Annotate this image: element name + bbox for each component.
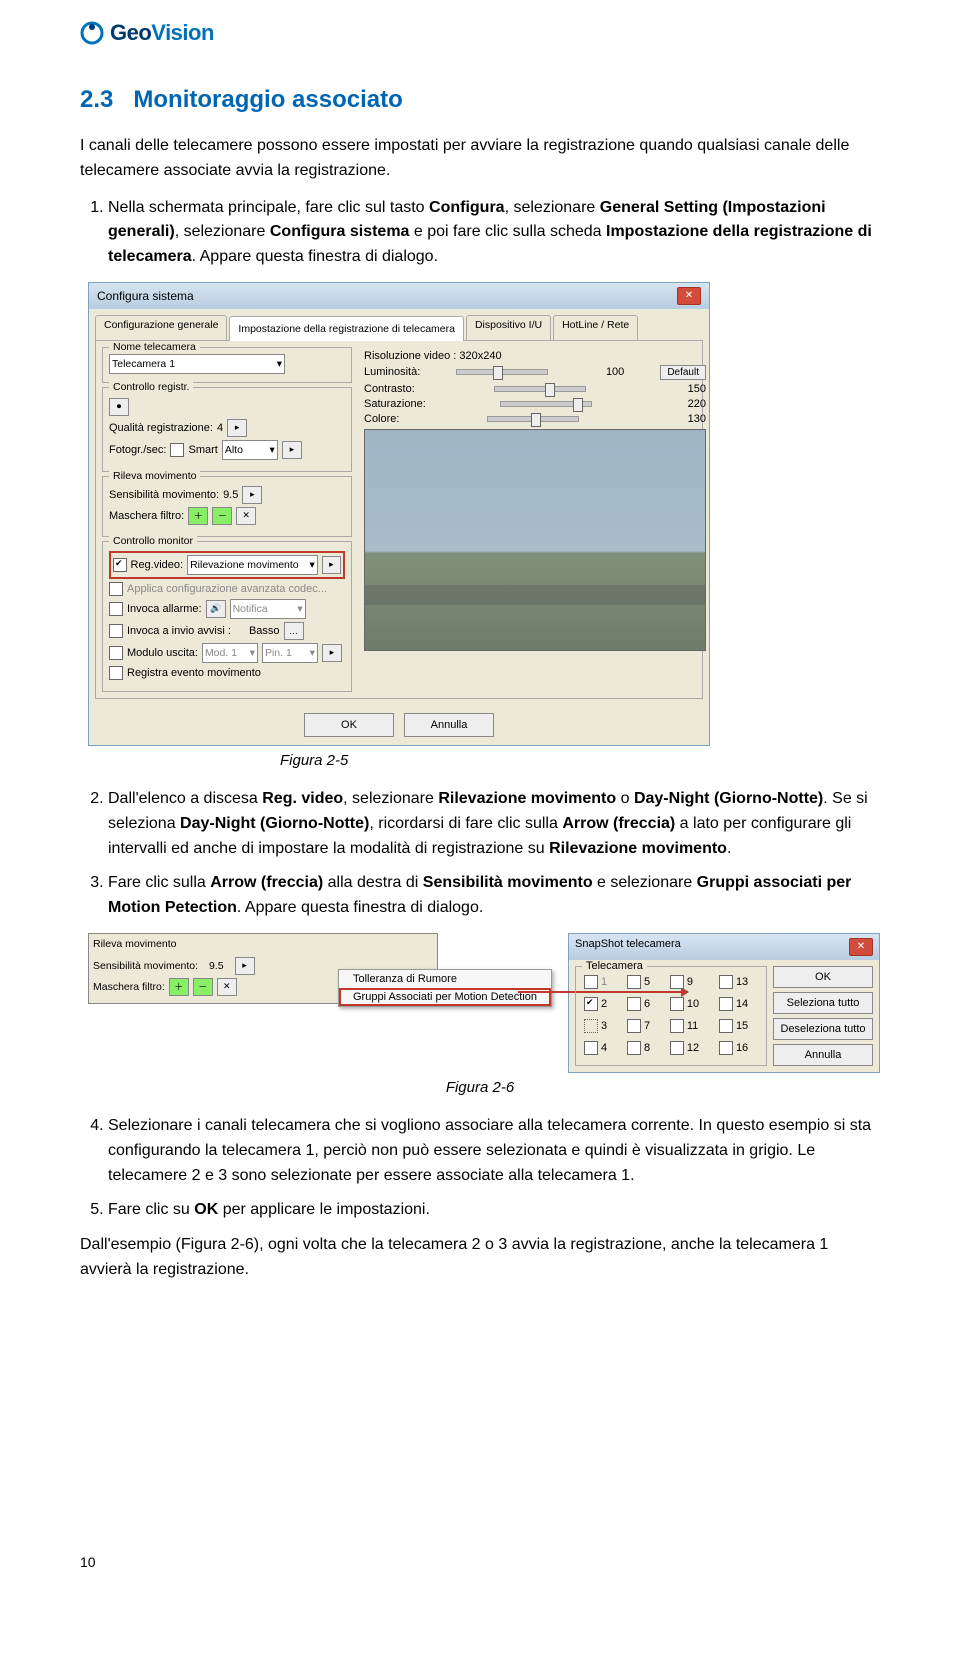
arrow-icon[interactable]: ▸ xyxy=(282,441,302,459)
tab-registrazione[interactable]: Impostazione della registrazione di tele… xyxy=(229,316,464,341)
select-all-button[interactable]: Seleziona tutto xyxy=(773,992,873,1014)
cam-1-checkbox xyxy=(584,975,598,989)
group-rileva-movimento: Rileva movimento Sensibilità movimento: … xyxy=(102,476,352,537)
regvideo-select[interactable]: Rilevazione movimento▾ xyxy=(187,555,318,575)
regvideo-checkbox[interactable] xyxy=(113,558,127,572)
saturation-slider[interactable] xyxy=(500,401,592,407)
default-button[interactable]: Default xyxy=(660,365,706,380)
deselect-all-button[interactable]: Deseleziona tutto xyxy=(773,1018,873,1040)
mask-add-icon[interactable]: ＋ xyxy=(169,978,189,996)
page-number: 10 xyxy=(80,1554,96,1570)
dots-icon[interactable]: … xyxy=(284,622,304,640)
figure-2-6-composite: Rileva movimento Sensibilità movimento: … xyxy=(88,933,880,1073)
rec-icon[interactable]: ⏺ xyxy=(109,398,129,416)
label-fotogr: Fotogr./sec: xyxy=(109,444,166,456)
menu-item-tolleranza[interactable]: Tolleranza di Rumore xyxy=(339,970,551,988)
step-5: Fare clic su OK per applicare le imposta… xyxy=(108,1198,880,1223)
step-1: Nella schermata principale, fare clic su… xyxy=(108,196,880,270)
allarme-checkbox[interactable] xyxy=(109,602,123,616)
tab-hotline[interactable]: HotLine / Rete xyxy=(553,315,638,340)
brightness-slider[interactable] xyxy=(456,369,548,375)
context-menu: Tolleranza di Rumore Gruppi Associati pe… xyxy=(338,969,552,1007)
config-sistema-window: Configura sistema ✕ Configurazione gener… xyxy=(88,282,710,746)
group-controllo-monitor: Controllo monitor Reg.video: Rilevazione… xyxy=(102,541,352,692)
mask-add-icon[interactable]: ＋ xyxy=(188,507,208,525)
ok-button[interactable]: OK xyxy=(773,966,873,988)
ok-button[interactable]: OK xyxy=(304,713,394,737)
tab-dispositivo[interactable]: Dispositivo I/U xyxy=(466,315,551,340)
close-icon[interactable]: ✕ xyxy=(677,287,701,305)
smart-checkbox[interactable] xyxy=(170,443,184,457)
figure-2-6-caption: Figura 2-6 xyxy=(80,1079,880,1096)
close-icon[interactable]: ✕ xyxy=(849,938,873,956)
logo-text: GeoVision xyxy=(110,20,214,46)
outro-paragraph: Dall'esempio (Figura 2-6), ogni volta ch… xyxy=(80,1233,880,1283)
label-qualita: Qualità registrazione: xyxy=(109,422,213,434)
cam-7-checkbox[interactable] xyxy=(627,1019,641,1033)
sound-icon[interactable]: 🔊 xyxy=(206,600,226,618)
logo-icon xyxy=(80,21,104,45)
cam-9-checkbox[interactable] xyxy=(670,975,684,989)
contrast-slider[interactable] xyxy=(494,386,586,392)
avvisi-checkbox[interactable] xyxy=(109,624,123,638)
cam-3-checkbox[interactable] xyxy=(584,1019,598,1033)
notifica-select[interactable]: Notifica▾ xyxy=(230,599,306,619)
cam-10-checkbox[interactable] xyxy=(670,997,684,1011)
cam-15-checkbox[interactable] xyxy=(719,1019,733,1033)
mask-del-icon[interactable]: － xyxy=(212,507,232,525)
mask-del-icon[interactable]: － xyxy=(193,978,213,996)
mask-clear-icon[interactable]: ✕ xyxy=(236,507,256,525)
arrow-icon[interactable]: ▸ xyxy=(322,556,341,574)
cam-14-checkbox[interactable] xyxy=(719,997,733,1011)
tab-general[interactable]: Configurazione generale xyxy=(95,315,227,340)
fps-select[interactable]: Alto▾ xyxy=(222,440,278,460)
arrow-icon[interactable]: ▸ xyxy=(235,957,255,975)
step-4: Selezionare i canali telecamera che si v… xyxy=(108,1114,880,1188)
annulla-button[interactable]: Annulla xyxy=(404,713,494,737)
brand-logo: GeoVision xyxy=(80,20,880,46)
cam-6-checkbox[interactable] xyxy=(627,997,641,1011)
arrow-icon[interactable]: ▸ xyxy=(227,419,247,437)
color-slider[interactable] xyxy=(487,416,579,422)
snapshot-telecamera-window: SnapShot telecamera ✕ Telecamera 1 5 9 1… xyxy=(568,933,880,1073)
cam-11-checkbox[interactable] xyxy=(670,1019,684,1033)
video-preview xyxy=(364,429,706,651)
window-title: Configura sistema xyxy=(97,289,194,303)
group-controllo-registr: Controllo registr. ⏺ Qualità registrazio… xyxy=(102,387,352,472)
cam-12-checkbox[interactable] xyxy=(670,1041,684,1055)
regevt-checkbox[interactable] xyxy=(109,666,123,680)
cam-8-checkbox[interactable] xyxy=(627,1041,641,1055)
camera-select[interactable]: Telecamera 1▾ xyxy=(109,354,285,374)
label-risoluzione: Risoluzione video : 320x240 xyxy=(364,350,502,362)
snapshot-title: SnapShot telecamera xyxy=(575,938,681,956)
value-qualita: 4 xyxy=(217,422,223,434)
camera-checkbox-grid: Telecamera 1 5 9 13 2 6 10 14 3 7 11 15 … xyxy=(575,966,767,1066)
cam-13-checkbox[interactable] xyxy=(719,975,733,989)
step-3: Fare clic sulla Arrow (freccia) alla des… xyxy=(108,871,880,921)
mask-clear-icon[interactable]: ✕ xyxy=(217,978,237,996)
group-nome-telecamera: Nome telecamera Telecamera 1▾ xyxy=(102,347,352,383)
intro-paragraph: I canali delle telecamere possono essere… xyxy=(80,134,880,184)
modulo-checkbox[interactable] xyxy=(109,646,123,660)
cam-5-checkbox[interactable] xyxy=(627,975,641,989)
codec-checkbox[interactable] xyxy=(109,582,123,596)
cam-16-checkbox[interactable] xyxy=(719,1041,733,1055)
cam-4-checkbox[interactable] xyxy=(584,1041,598,1055)
section-heading: 2.3 Monitoraggio associato xyxy=(80,86,880,114)
arrow-icon[interactable]: ▸ xyxy=(322,644,342,662)
arrow-icon[interactable]: ▸ xyxy=(242,486,262,504)
cam-2-checkbox[interactable] xyxy=(584,997,598,1011)
step-2: Dall'elenco a discesa Reg. video, selezi… xyxy=(108,787,880,861)
figure-2-5-caption: Figura 2-5 xyxy=(280,752,880,769)
annulla-button[interactable]: Annulla xyxy=(773,1044,873,1066)
